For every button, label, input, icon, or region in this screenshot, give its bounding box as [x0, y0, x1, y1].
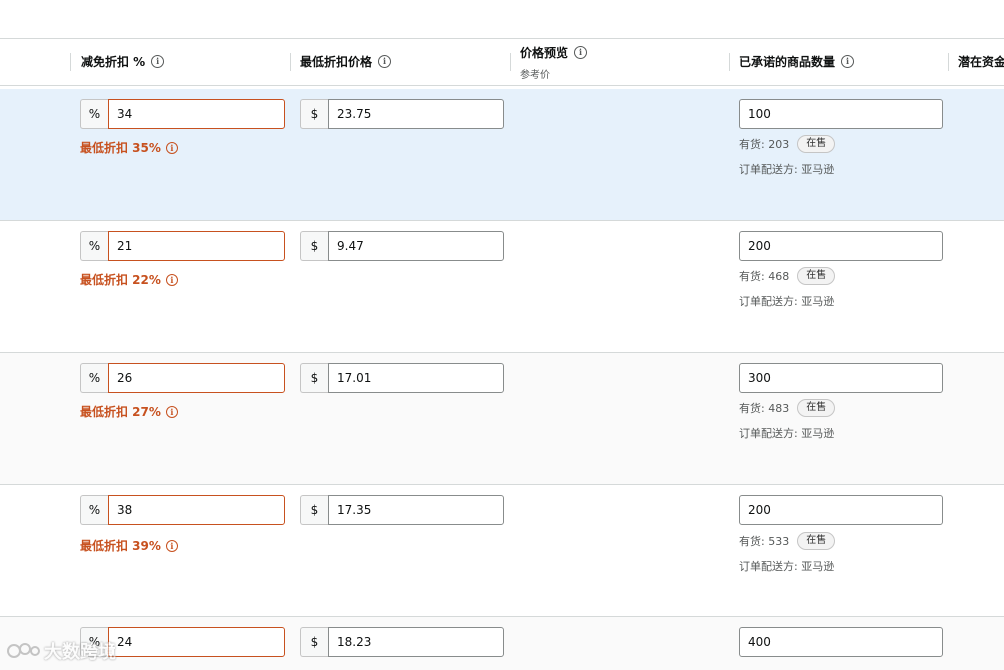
stock-info: 有货: 468 在售	[739, 267, 836, 285]
min-price-input[interactable]: 17.01	[328, 363, 504, 393]
percent-prefix: %	[80, 231, 108, 261]
discount-input-group: % 26	[80, 363, 285, 393]
stock-count: 有货: 533	[739, 535, 790, 548]
discount-input[interactable]: 38	[108, 495, 285, 525]
currency-prefix: $	[300, 495, 328, 525]
discount-input-group: % 24	[80, 627, 285, 657]
min-discount-error-text: 最低折扣 35%	[80, 141, 161, 155]
fulfillment-info: 订单配送方: 亚马逊	[739, 163, 835, 176]
header-preview-label: 价格预览	[520, 46, 569, 60]
table-header: 减免折扣 % i 最低折扣价格 i 价格预览 i 参考价 已承诺的商品数量 i …	[0, 38, 1004, 86]
header-qty: 已承诺的商品数量 i	[739, 53, 855, 70]
min-price-input[interactable]: 23.75	[328, 99, 504, 129]
percent-prefix: %	[80, 627, 108, 657]
percent-prefix: %	[80, 99, 108, 129]
table-row[interactable]: % 26 最低折扣 27% i $ 17.01 300 有货: 483 在售 订…	[0, 353, 1004, 485]
qty-input[interactable]: 400	[739, 627, 943, 657]
header-discount-label: 减免折扣 %	[81, 55, 146, 69]
price-input-group: $ 23.75	[300, 99, 504, 129]
header-min-price: 最低折扣价格 i	[300, 53, 392, 70]
column-divider	[510, 53, 511, 71]
header-discount: 减免折扣 % i	[81, 53, 165, 70]
header-preview-sub: 参考价	[520, 70, 550, 81]
qty-input[interactable]: 300	[739, 363, 943, 393]
info-icon[interactable]: i	[151, 55, 165, 68]
error-info-icon[interactable]: i	[165, 273, 178, 286]
error-info-icon[interactable]: i	[165, 405, 178, 418]
price-input-group: $ 17.35	[300, 495, 504, 525]
fulfillment-info: 订单配送方: 亚马逊	[739, 295, 835, 308]
table-row[interactable]: % 34 最低折扣 35% i $ 23.75 100 有货: 203 在售 订…	[0, 89, 1004, 221]
info-icon[interactable]: i	[574, 46, 588, 59]
table-row[interactable]: % 24 $ 18.23 400	[0, 617, 1004, 670]
currency-prefix: $	[300, 99, 328, 129]
discount-input-group: % 38	[80, 495, 285, 525]
header-funds-label: 潜在资金	[958, 55, 1004, 69]
error-info-icon[interactable]: i	[165, 141, 178, 154]
deal-table-page: 减免折扣 % i 最低折扣价格 i 价格预览 i 参考价 已承诺的商品数量 i …	[0, 0, 1004, 670]
status-badge: 在售	[797, 267, 836, 285]
min-discount-error: 最低折扣 22% i	[80, 271, 178, 288]
stock-count: 有货: 203	[739, 138, 790, 151]
stock-info: 有货: 483 在售	[739, 399, 836, 417]
info-icon[interactable]: i	[841, 55, 855, 68]
min-discount-error-text: 最低折扣 39%	[80, 539, 161, 553]
discount-input[interactable]: 34	[108, 99, 285, 129]
qty-input[interactable]: 200	[739, 495, 943, 525]
stock-info: 有货: 203 在售	[739, 135, 836, 153]
column-divider	[290, 53, 291, 71]
min-price-input[interactable]: 9.47	[328, 231, 504, 261]
price-input-group: $ 9.47	[300, 231, 504, 261]
discount-input-group: % 34	[80, 99, 285, 129]
column-divider	[948, 53, 949, 71]
min-price-input[interactable]: 18.23	[328, 627, 504, 657]
info-icon[interactable]: i	[378, 55, 392, 68]
column-divider	[729, 53, 730, 71]
min-discount-error: 最低折扣 39% i	[80, 537, 178, 554]
price-input-group: $ 18.23	[300, 627, 504, 657]
percent-prefix: %	[80, 495, 108, 525]
table-row[interactable]: % 38 最低折扣 39% i $ 17.35 200 有货: 533 在售 订…	[0, 485, 1004, 617]
min-discount-error-text: 最低折扣 27%	[80, 405, 161, 419]
discount-input-group: % 21	[80, 231, 285, 261]
discount-input[interactable]: 24	[108, 627, 285, 657]
header-min-price-label: 最低折扣价格	[300, 55, 373, 69]
discount-input[interactable]: 26	[108, 363, 285, 393]
percent-prefix: %	[80, 363, 108, 393]
currency-prefix: $	[300, 231, 328, 261]
qty-input[interactable]: 200	[739, 231, 943, 261]
stock-count: 有货: 468	[739, 270, 790, 283]
header-qty-label: 已承诺的商品数量	[739, 55, 836, 69]
table-row[interactable]: % 21 最低折扣 22% i $ 9.47 200 有货: 468 在售 订单…	[0, 221, 1004, 353]
qty-input[interactable]: 100	[739, 99, 943, 129]
column-divider	[70, 53, 71, 71]
stock-info: 有货: 533 在售	[739, 532, 836, 550]
min-price-input[interactable]: 17.35	[328, 495, 504, 525]
min-discount-error: 最低折扣 35% i	[80, 139, 178, 156]
status-badge: 在售	[797, 532, 836, 550]
min-discount-error: 最低折扣 27% i	[80, 403, 178, 420]
stock-count: 有货: 483	[739, 402, 790, 415]
header-funds: 潜在资金	[958, 53, 1004, 70]
header-preview: 价格预览 i	[520, 44, 588, 61]
min-discount-error-text: 最低折扣 22%	[80, 273, 161, 287]
fulfillment-info: 订单配送方: 亚马逊	[739, 427, 835, 440]
currency-prefix: $	[300, 363, 328, 393]
currency-prefix: $	[300, 627, 328, 657]
price-input-group: $ 17.01	[300, 363, 504, 393]
status-badge: 在售	[797, 399, 836, 417]
status-badge: 在售	[797, 135, 836, 153]
fulfillment-info: 订单配送方: 亚马逊	[739, 560, 835, 573]
error-info-icon[interactable]: i	[165, 539, 178, 552]
discount-input[interactable]: 21	[108, 231, 285, 261]
